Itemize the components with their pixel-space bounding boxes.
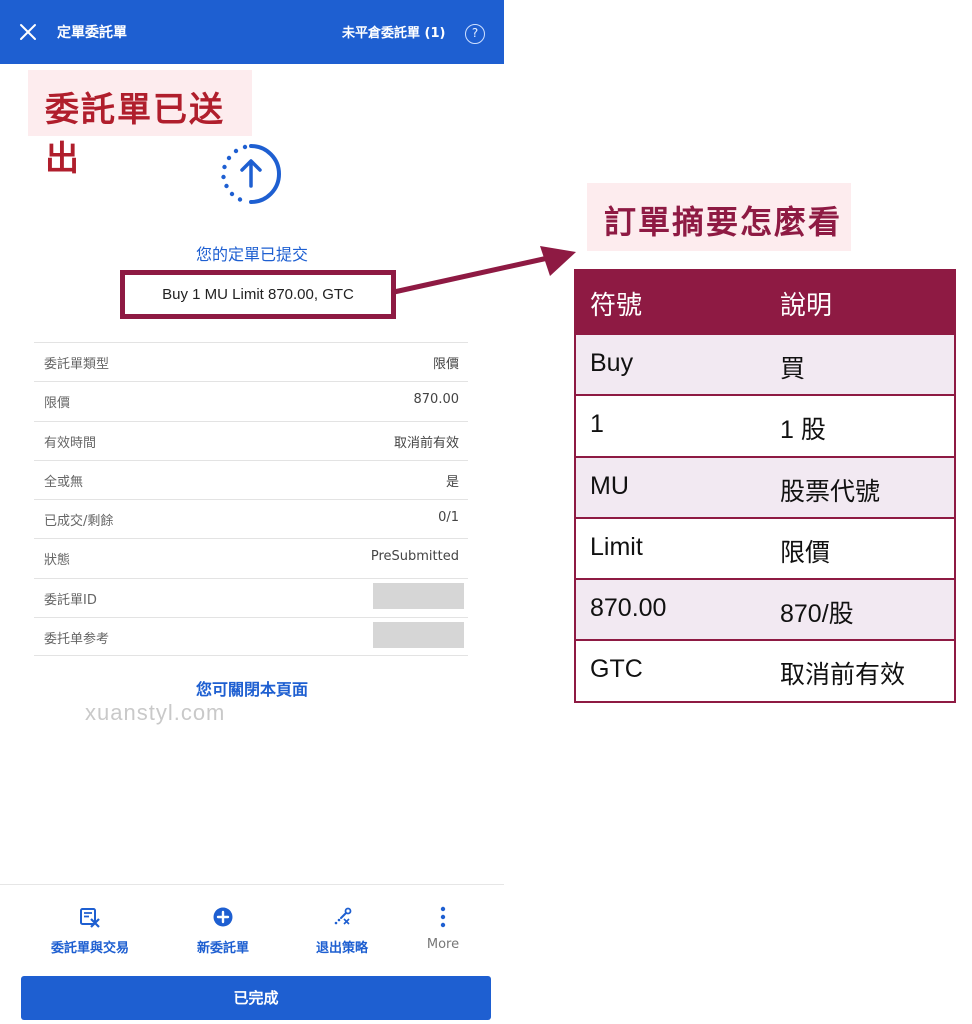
detail-row-status: 狀態 PreSubmitted [34, 538, 468, 577]
legend-symbol: GTC [590, 655, 643, 684]
plus-circle-icon [213, 907, 233, 927]
legend-description: 1 股 [780, 416, 826, 445]
detail-label: 委託單類型 [44, 357, 110, 372]
bottom-nav: 委託單與交易 新委託單 退出策略 More [0, 884, 504, 972]
detail-label: 已成交/剩餘 [44, 514, 114, 530]
order-details-list: 委託單類型 限價 限價 870.00 有效時間 取消前有效 全或無 是 已成交/… [34, 342, 468, 657]
nav-label: More [426, 937, 460, 952]
legend-row: GTC 取消前有效 [576, 639, 954, 700]
done-button[interactable]: 已完成 [21, 976, 491, 1020]
detail-row-order-ref: 委托单参考 [34, 617, 468, 657]
exit-strategy-icon [334, 907, 352, 925]
detail-value: PreSubmitted [370, 549, 459, 565]
detail-value: 是 [445, 474, 459, 490]
orders-trades-icon [80, 908, 100, 928]
legend-row: 1 1 股 [576, 394, 954, 455]
detail-row-limit-price: 限價 870.00 [34, 381, 468, 420]
detail-label: 全或無 [44, 474, 84, 490]
detail-label: 委托单参考 [44, 632, 110, 648]
redacted-value [373, 582, 464, 609]
redacted-value [373, 622, 464, 649]
legend-symbol: MU [590, 471, 629, 500]
watermark: xuanstyl.com [85, 700, 226, 725]
legend-description: 股票代號 [780, 477, 881, 506]
detail-row-all-or-none: 全或無 是 [34, 459, 468, 499]
detail-label: 委託單ID [44, 592, 97, 608]
legend-symbol: 870.00 [590, 594, 667, 623]
order-sent-annotation: 委託單已送出 [28, 70, 252, 179]
page-title: 定單委託單 [57, 25, 127, 41]
detail-value: 870.00 [413, 392, 460, 408]
more-vertical-icon [440, 906, 446, 928]
annotation-arrow [391, 246, 576, 295]
legend-symbol: Buy [590, 349, 634, 377]
open-orders-link[interactable]: 未平倉委託單 (1) [342, 22, 445, 41]
legend-description: 取消前有效 [780, 661, 906, 690]
detail-value: 限價 [432, 357, 459, 372]
legend-description: 870/股 [780, 600, 854, 629]
legend-description: 買 [780, 355, 806, 383]
detail-value: 取消前有效 [393, 435, 459, 451]
legend-row: MU 股票代號 [576, 455, 954, 517]
phone-screen: 定單委託單 未平倉委託單 (1) ? 委託單已送出 您的定單已提交 Buy 1 … [0, 0, 504, 1024]
legend-table-header: 符號 說明 [576, 271, 954, 333]
nav-orders-trades[interactable]: 委託單與交易 [30, 885, 150, 973]
howto-title: 訂單摘要怎麼看 [604, 203, 843, 241]
nav-label: 新委託單 [196, 941, 249, 956]
detail-row-filled-remaining: 已成交/剩餘 0/1 [34, 499, 468, 538]
legend-symbol: 1 [590, 410, 604, 439]
detail-value: 0/1 [438, 510, 459, 526]
order-legend-table: 符號 說明 Buy 買 1 1 股 MU 股票代號 Limit 限價 870.0… [574, 269, 956, 703]
header-symbol: 符號 [590, 290, 643, 320]
howto-annotation: 訂單摘要怎麼看 [587, 183, 851, 251]
order-summary-text: Buy 1 MU Limit 870.00, GTC [162, 286, 354, 303]
detail-label: 限價 [44, 396, 71, 412]
detail-label: 狀態 [44, 553, 71, 569]
help-icon[interactable]: ? [465, 24, 485, 44]
close-page-hint: 您可關閉本頁面 [195, 680, 308, 699]
legend-row: Limit 限價 [576, 516, 954, 578]
nav-more[interactable]: More [383, 885, 503, 973]
nav-label: 委託單與交易 [50, 941, 129, 956]
detail-row-order-type: 委託單類型 限價 [34, 342, 468, 381]
legend-symbol: Limit [590, 532, 643, 561]
legend-row: Buy 買 [576, 333, 954, 395]
legend-description: 限價 [780, 538, 831, 567]
top-bar: 定單委託單 未平倉委託單 (1) ? [0, 0, 504, 64]
upload-progress-icon [221, 144, 281, 204]
detail-row-order-id: 委託單ID [34, 577, 468, 617]
detail-label: 有效時間 [44, 435, 97, 451]
close-icon[interactable] [16, 20, 40, 44]
order-summary-highlight: Buy 1 MU Limit 870.00, GTC [120, 270, 396, 319]
header-description: 說明 [780, 290, 833, 320]
nav-new-order[interactable]: 新委託單 [163, 885, 283, 973]
detail-row-time-in-force: 有效時間 取消前有效 [34, 420, 468, 460]
legend-row: 870.00 870/股 [576, 578, 954, 640]
